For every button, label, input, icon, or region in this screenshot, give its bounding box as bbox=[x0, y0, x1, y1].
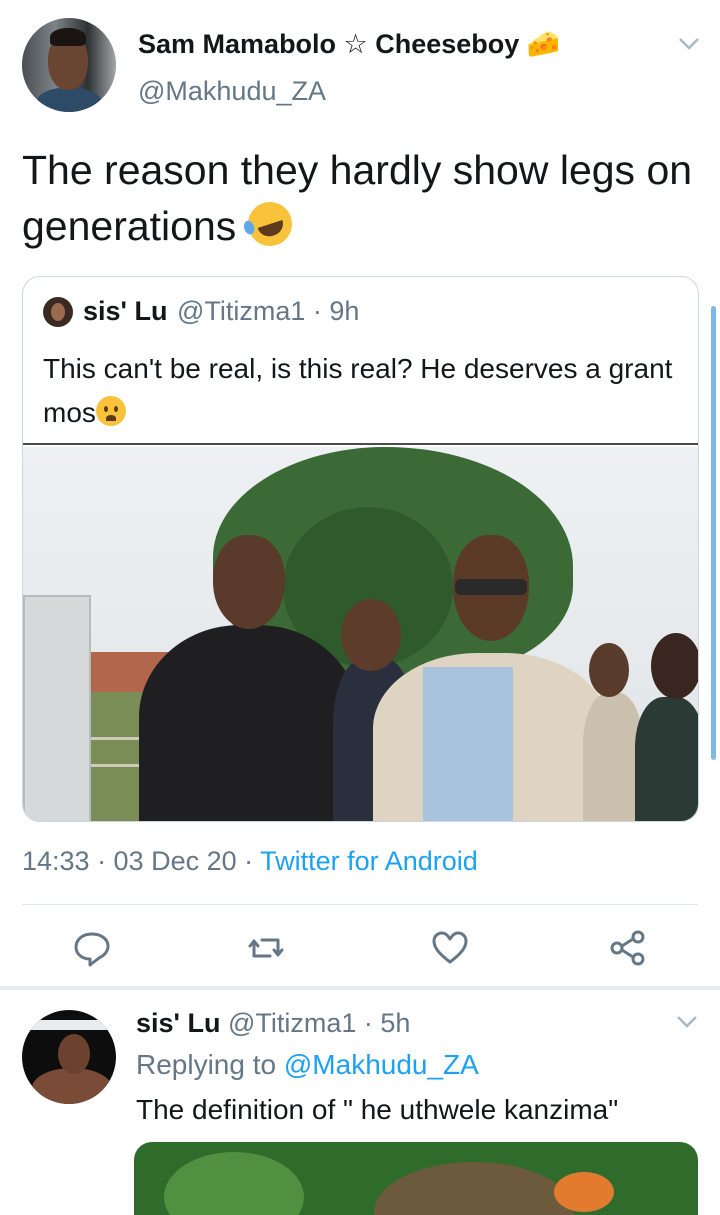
quoted-author-name: sis' Lu bbox=[83, 296, 168, 326]
share-icon[interactable] bbox=[608, 928, 648, 968]
reply-media-image[interactable] bbox=[134, 1142, 698, 1215]
reply-author-avatar[interactable] bbox=[22, 1010, 116, 1104]
author-handle[interactable]: @Makhudu_ZA bbox=[138, 76, 326, 107]
heart-icon[interactable] bbox=[430, 928, 470, 968]
tweet-source-link[interactable]: Twitter for Android bbox=[260, 846, 478, 876]
reply-author-meta: @Titizma1 · 5h bbox=[228, 1008, 411, 1038]
reply-author-name[interactable]: sis' Lu bbox=[136, 1008, 220, 1039]
quoted-tweet-text: This can't be real, is this real? He des… bbox=[43, 347, 673, 435]
replying-to: Replying to @Makhudu_ZA bbox=[136, 1049, 479, 1081]
worried-face-emoji-icon bbox=[95, 396, 126, 426]
quoted-tweet-text-content: This can't be real, is this real? He des… bbox=[43, 353, 673, 428]
quoted-tweet-photo[interactable] bbox=[23, 447, 698, 821]
tweet-timestamp: 14:33 · 03 Dec 20 · bbox=[22, 846, 261, 876]
reply-icon[interactable] bbox=[72, 928, 112, 968]
reply-text: The definition of " he uthwele kanzima" bbox=[136, 1094, 619, 1125]
divider bbox=[22, 904, 698, 905]
tweet-details: 14:33 · 03 Dec 20 · Twitter for Android bbox=[22, 846, 478, 877]
tweet-separator bbox=[0, 986, 720, 990]
tweet-text: The reason they hardly show legs on gene… bbox=[22, 142, 698, 254]
scrollbar[interactable] bbox=[711, 306, 716, 760]
tweet-text-content: The reason they hardly show legs on gene… bbox=[22, 147, 693, 249]
replying-to-mention[interactable]: @Makhudu_ZA bbox=[284, 1049, 479, 1080]
rolling-on-floor-laughing-emoji-icon bbox=[241, 196, 298, 252]
quoted-author-avatar bbox=[43, 297, 73, 327]
divider bbox=[23, 443, 698, 445]
replying-to-prefix: Replying to bbox=[136, 1049, 284, 1080]
chevron-down-icon[interactable] bbox=[676, 1012, 698, 1035]
author-display-name[interactable]: Sam Mamabolo ☆ Cheeseboy 🧀 bbox=[138, 28, 560, 60]
quoted-author-meta: @Titizma1 · 9h bbox=[177, 296, 360, 326]
author-avatar[interactable] bbox=[22, 18, 116, 112]
retweet-icon[interactable] bbox=[246, 928, 286, 968]
tweet-actions-bar bbox=[0, 920, 720, 976]
chevron-down-icon[interactable] bbox=[678, 34, 700, 57]
quoted-tweet-card[interactable]: sis' Lu @Titizma1 · 9h This can't be rea… bbox=[22, 276, 699, 822]
